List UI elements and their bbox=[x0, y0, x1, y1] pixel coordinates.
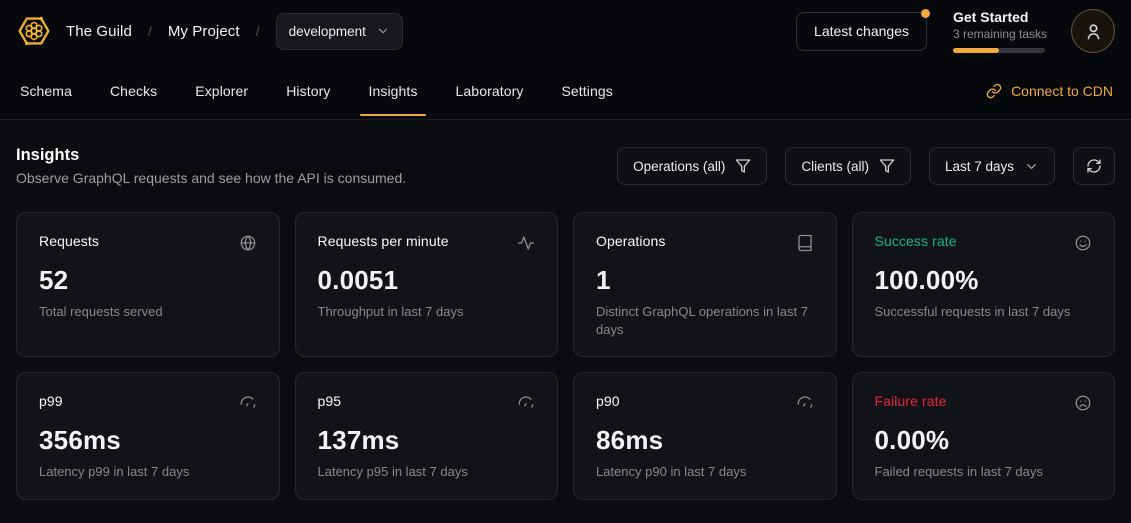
filter-icon bbox=[879, 158, 895, 174]
card-value: 137ms bbox=[318, 425, 536, 456]
page-subtitle: Observe GraphQL requests and see how the… bbox=[16, 170, 406, 186]
person-icon bbox=[1084, 22, 1103, 41]
card-title: p95 bbox=[318, 393, 342, 409]
operations-filter-label: Operations (all) bbox=[633, 159, 725, 174]
get-started-title: Get Started bbox=[953, 9, 1045, 27]
card-title: Operations bbox=[596, 233, 665, 249]
breadcrumb-org[interactable]: The Guild bbox=[66, 23, 132, 40]
stat-card-p95[interactable]: p95 137ms Latency p95 in last 7 days bbox=[295, 372, 559, 500]
card-title: Requests bbox=[39, 233, 99, 249]
smile-icon bbox=[1074, 234, 1092, 252]
tab-explorer[interactable]: Explorer bbox=[193, 62, 250, 119]
card-description: Total requests served bbox=[39, 303, 257, 321]
filter-icon bbox=[735, 158, 751, 174]
frown-icon bbox=[1074, 394, 1092, 412]
get-started-progress-fill bbox=[953, 48, 999, 53]
breadcrumb-separator: / bbox=[146, 23, 154, 39]
get-started-subtitle: 3 remaining tasks bbox=[953, 27, 1045, 41]
refresh-button[interactable] bbox=[1073, 147, 1115, 185]
card-value: 52 bbox=[39, 265, 257, 296]
tab-bar: Schema Checks Explorer History Insights … bbox=[0, 62, 1131, 120]
get-started-widget[interactable]: Get Started 3 remaining tasks bbox=[953, 9, 1045, 54]
globe-icon bbox=[239, 234, 257, 252]
stat-card-p90[interactable]: p90 86ms Latency p90 in last 7 days bbox=[573, 372, 837, 500]
card-title: Requests per minute bbox=[318, 233, 449, 249]
tab-settings[interactable]: Settings bbox=[559, 62, 614, 119]
activity-icon bbox=[517, 234, 535, 252]
card-value: 0.0051 bbox=[318, 265, 536, 296]
card-description: Latency p99 in last 7 days bbox=[39, 463, 257, 481]
card-value: 1 bbox=[596, 265, 814, 296]
topbar-actions: Latest changes Get Started 3 remaining t… bbox=[796, 9, 1115, 54]
filters: Operations (all) Clients (all) Last 7 da… bbox=[617, 147, 1115, 185]
target-selector[interactable]: development bbox=[276, 13, 403, 50]
stat-card-requests-per-minute[interactable]: Requests per minute 0.0051 Throughput in… bbox=[295, 212, 559, 357]
refresh-icon bbox=[1086, 158, 1102, 174]
card-description: Latency p95 in last 7 days bbox=[318, 463, 536, 481]
clients-filter-button[interactable]: Clients (all) bbox=[785, 147, 911, 185]
tab-history[interactable]: History bbox=[284, 62, 332, 119]
stat-card-failure-rate[interactable]: Failure rate 0.00% Failed requests in la… bbox=[852, 372, 1116, 500]
connect-to-cdn-link[interactable]: Connect to CDN bbox=[986, 83, 1113, 99]
card-title: Success rate bbox=[875, 233, 957, 249]
latest-changes-label: Latest changes bbox=[814, 23, 909, 39]
stat-card-success-rate[interactable]: Success rate 100.00% Successful requests… bbox=[852, 212, 1116, 357]
page-head: Insights Observe GraphQL requests and se… bbox=[16, 146, 1115, 186]
card-value: 356ms bbox=[39, 425, 257, 456]
card-description: Throughput in last 7 days bbox=[318, 303, 536, 321]
card-value: 86ms bbox=[596, 425, 814, 456]
gauge-icon bbox=[239, 394, 257, 412]
topbar: The Guild / My Project / development Lat… bbox=[0, 0, 1131, 62]
notification-dot bbox=[921, 9, 930, 18]
target-selector-value: development bbox=[289, 24, 366, 39]
tab-insights[interactable]: Insights bbox=[366, 62, 419, 119]
stat-card-p99[interactable]: p99 356ms Latency p99 in last 7 days bbox=[16, 372, 280, 500]
breadcrumb: The Guild / My Project / development bbox=[16, 13, 403, 50]
card-title: Failure rate bbox=[875, 393, 947, 409]
chevron-down-icon bbox=[376, 24, 390, 38]
page-titles: Insights Observe GraphQL requests and se… bbox=[16, 146, 406, 186]
card-description: Distinct GraphQL operations in last 7 da… bbox=[596, 303, 814, 338]
stat-card-operations[interactable]: Operations 1 Distinct GraphQL operations… bbox=[573, 212, 837, 357]
breadcrumb-separator: / bbox=[254, 23, 262, 39]
breadcrumb-project[interactable]: My Project bbox=[168, 23, 240, 40]
chevron-down-icon bbox=[1024, 159, 1039, 174]
get-started-progress bbox=[953, 48, 1045, 53]
tabs: Schema Checks Explorer History Insights … bbox=[18, 62, 615, 119]
card-title: p90 bbox=[596, 393, 620, 409]
page-title: Insights bbox=[16, 146, 406, 165]
tab-checks[interactable]: Checks bbox=[108, 62, 159, 119]
card-value: 0.00% bbox=[875, 425, 1093, 456]
tab-schema[interactable]: Schema bbox=[18, 62, 74, 119]
operations-filter-button[interactable]: Operations (all) bbox=[617, 147, 767, 185]
card-value: 100.00% bbox=[875, 265, 1093, 296]
stat-cards: Requests 52 Total requests served Reques… bbox=[16, 212, 1115, 500]
gauge-icon bbox=[517, 394, 535, 412]
card-description: Successful requests in last 7 days bbox=[875, 303, 1093, 321]
gauge-icon bbox=[796, 394, 814, 412]
clients-filter-label: Clients (all) bbox=[801, 159, 869, 174]
stat-card-requests[interactable]: Requests 52 Total requests served bbox=[16, 212, 280, 357]
insights-page: Insights Observe GraphQL requests and se… bbox=[0, 146, 1131, 500]
tab-laboratory[interactable]: Laboratory bbox=[454, 62, 526, 119]
user-avatar[interactable] bbox=[1071, 9, 1115, 53]
book-icon bbox=[796, 234, 814, 252]
connect-to-cdn-label: Connect to CDN bbox=[1011, 83, 1113, 99]
card-title: p99 bbox=[39, 393, 63, 409]
period-selector[interactable]: Last 7 days bbox=[929, 147, 1055, 185]
card-description: Latency p90 in last 7 days bbox=[596, 463, 814, 481]
card-description: Failed requests in last 7 days bbox=[875, 463, 1093, 481]
link-icon bbox=[986, 83, 1002, 99]
latest-changes-button[interactable]: Latest changes bbox=[796, 12, 927, 51]
period-selector-value: Last 7 days bbox=[945, 159, 1014, 174]
hive-logo-icon[interactable] bbox=[16, 13, 52, 49]
